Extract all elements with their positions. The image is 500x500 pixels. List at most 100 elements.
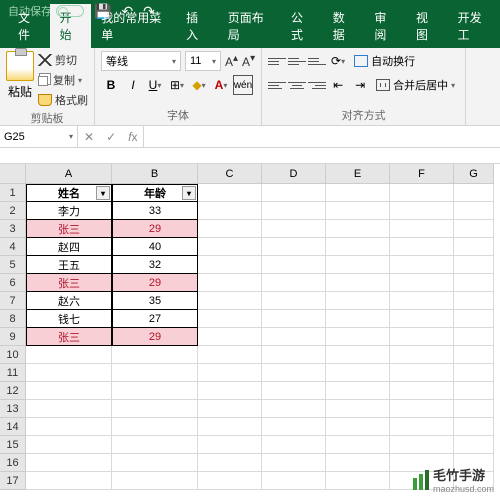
row-header[interactable]: 8 xyxy=(0,310,26,328)
cell[interactable] xyxy=(262,436,326,454)
cell[interactable] xyxy=(198,454,262,472)
cell[interactable]: 钱七 xyxy=(26,310,112,328)
cancel-icon[interactable]: ✕ xyxy=(78,130,100,144)
cell[interactable] xyxy=(390,364,454,382)
cell[interactable] xyxy=(390,328,454,346)
column-header[interactable]: C xyxy=(198,164,262,184)
cell[interactable] xyxy=(112,364,198,382)
tab-dev[interactable]: 开发工 xyxy=(448,4,500,48)
enter-icon[interactable]: ✓ xyxy=(100,130,122,144)
cell[interactable] xyxy=(390,292,454,310)
row-header[interactable]: 10 xyxy=(0,346,26,364)
cell[interactable] xyxy=(326,310,390,328)
cell[interactable] xyxy=(262,202,326,220)
column-header[interactable]: F xyxy=(390,164,454,184)
tab-layout[interactable]: 页面布局 xyxy=(218,4,281,48)
row-header[interactable]: 16 xyxy=(0,454,26,472)
cell[interactable] xyxy=(326,382,390,400)
wrap-text-button[interactable]: 自动换行 xyxy=(350,51,419,71)
cell[interactable] xyxy=(262,382,326,400)
orientation-button[interactable]: ⟳▾ xyxy=(328,51,348,71)
cell[interactable] xyxy=(112,454,198,472)
indent-dec-button[interactable]: ⇤ xyxy=(328,75,348,95)
filter-icon[interactable]: ▾ xyxy=(182,186,196,200)
cell[interactable] xyxy=(112,418,198,436)
cell[interactable]: 李力 xyxy=(26,202,112,220)
cell[interactable] xyxy=(390,436,454,454)
row-header[interactable]: 5 xyxy=(0,256,26,274)
cell[interactable] xyxy=(390,382,454,400)
font-color-button[interactable]: A▾ xyxy=(211,75,231,95)
cell[interactable] xyxy=(262,472,326,490)
cell[interactable]: 35 xyxy=(112,292,198,310)
cell[interactable] xyxy=(198,310,262,328)
indent-inc-button[interactable]: ⇥ xyxy=(350,75,370,95)
row-header[interactable]: 11 xyxy=(0,364,26,382)
cell[interactable]: 33 xyxy=(112,202,198,220)
cell[interactable] xyxy=(454,400,494,418)
cell[interactable] xyxy=(454,364,494,382)
row-header[interactable]: 4 xyxy=(0,238,26,256)
cell[interactable] xyxy=(390,256,454,274)
cell[interactable] xyxy=(326,454,390,472)
cell[interactable] xyxy=(198,364,262,382)
cell[interactable] xyxy=(326,436,390,454)
underline-button[interactable]: U▾ xyxy=(145,75,165,95)
cell[interactable] xyxy=(262,346,326,364)
row-header[interactable]: 9 xyxy=(0,328,26,346)
grow-font-icon[interactable]: A▴ xyxy=(225,53,238,69)
formula-bar[interactable] xyxy=(144,126,500,147)
cell[interactable] xyxy=(198,220,262,238)
cell[interactable] xyxy=(26,472,112,490)
cell[interactable] xyxy=(390,310,454,328)
cell[interactable] xyxy=(198,292,262,310)
cell[interactable] xyxy=(26,364,112,382)
cell[interactable] xyxy=(390,202,454,220)
row-header[interactable]: 2 xyxy=(0,202,26,220)
cell[interactable] xyxy=(198,184,262,202)
tab-view[interactable]: 视图 xyxy=(406,4,448,48)
column-header[interactable]: G xyxy=(454,164,494,184)
cell[interactable]: 王五 xyxy=(26,256,112,274)
cell[interactable] xyxy=(326,400,390,418)
cell[interactable] xyxy=(326,274,390,292)
row-header[interactable]: 12 xyxy=(0,382,26,400)
cell[interactable] xyxy=(454,346,494,364)
cell[interactable] xyxy=(454,184,494,202)
cell[interactable] xyxy=(262,292,326,310)
cell[interactable] xyxy=(198,328,262,346)
cut-button[interactable]: 剪切 xyxy=(38,51,88,69)
row-header[interactable]: 14 xyxy=(0,418,26,436)
cell[interactable] xyxy=(198,418,262,436)
align-center-button[interactable] xyxy=(288,77,306,93)
border-button[interactable]: ⊞▾ xyxy=(167,75,187,95)
row-header[interactable]: 1 xyxy=(0,184,26,202)
phonetic-button[interactable]: wén xyxy=(233,75,253,95)
cell[interactable] xyxy=(454,436,494,454)
cell[interactable]: 姓名▾ xyxy=(26,184,112,202)
align-top-button[interactable] xyxy=(268,53,286,69)
cell[interactable]: 27 xyxy=(112,310,198,328)
merge-center-button[interactable]: 合并后居中▾ xyxy=(372,75,459,95)
cell[interactable] xyxy=(326,472,390,490)
column-header[interactable]: E xyxy=(326,164,390,184)
format-painter-button[interactable]: 格式刷 xyxy=(38,91,88,109)
fx-icon[interactable]: fx xyxy=(122,130,143,144)
font-size-select[interactable]: 11▾ xyxy=(185,51,221,71)
cell[interactable] xyxy=(326,292,390,310)
shrink-font-icon[interactable]: A▾ xyxy=(242,53,255,69)
cell[interactable] xyxy=(198,256,262,274)
cell[interactable] xyxy=(390,220,454,238)
tab-data[interactable]: 数据 xyxy=(323,4,365,48)
cell[interactable]: 29 xyxy=(112,328,198,346)
column-header[interactable]: B xyxy=(112,164,198,184)
cell[interactable] xyxy=(454,328,494,346)
cell[interactable] xyxy=(326,220,390,238)
cell[interactable] xyxy=(390,400,454,418)
copy-button[interactable]: 复制▾ xyxy=(38,71,88,89)
row-header[interactable]: 3 xyxy=(0,220,26,238)
cell[interactable] xyxy=(262,454,326,472)
row-header[interactable]: 13 xyxy=(0,400,26,418)
select-all-corner[interactable] xyxy=(0,164,26,184)
cell[interactable] xyxy=(262,364,326,382)
